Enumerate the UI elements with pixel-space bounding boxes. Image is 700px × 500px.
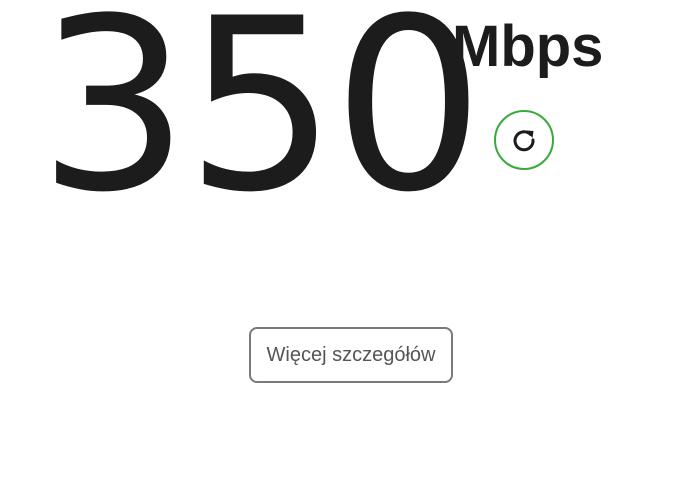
speed-value: 350 <box>38 0 484 245</box>
speed-result-screen: 350 Mbps Więcej szczegółów <box>0 0 700 500</box>
speed-unit: Mbps <box>452 14 604 79</box>
refresh-icon <box>509 125 539 155</box>
more-details-button[interactable]: Więcej szczegółów <box>249 327 453 383</box>
retest-button[interactable] <box>494 110 554 170</box>
